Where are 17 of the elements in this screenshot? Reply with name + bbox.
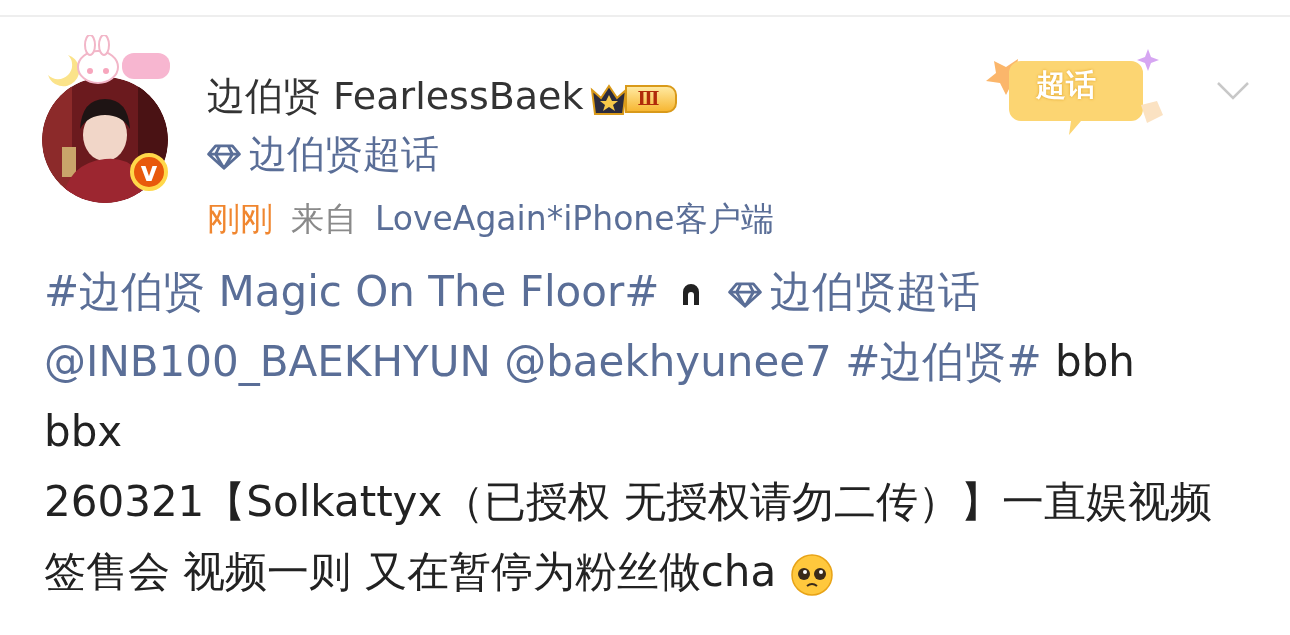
author-name[interactable]: 边伯贤 FearlessBaek — [207, 74, 584, 118]
supertopic-link[interactable]: 边伯贤超话 — [207, 132, 439, 176]
post-text: #边伯贤 Magic On The Floor# 边伯贤超话 @INB100_BAEKHYUN @baekhyunee7 #边伯贤# bbh bbx — [44, 266, 1136, 458]
diamond-icon — [728, 280, 763, 309]
topic-link[interactable]: #边伯贤# — [845, 337, 1042, 386]
arch-icon — [680, 282, 701, 307]
mention-link[interactable]: @baekhyunee7 — [504, 337, 832, 386]
diamond-icon — [207, 142, 241, 171]
mention-link[interactable]: @INB100_BAEKHYUN — [44, 337, 491, 386]
post-text: 260321【Solkattyx（已授权 无授权请勿二传）】一直娱视频签售会 视频一则 又在暂停为粉丝做cha — [44, 476, 1213, 599]
source-link[interactable]: LoveAgain*iPhone客户端 — [375, 197, 774, 242]
supertopic-link[interactable]: 边伯贤超话 — [728, 267, 981, 316]
level-badge: Ⅲ — [625, 84, 678, 113]
post-time: 刚刚 — [207, 198, 273, 240]
source-label: 来自 — [291, 198, 357, 240]
pleading-face-icon — [789, 552, 834, 597]
topic-link[interactable]: #边伯贤 Magic On The Floor# — [44, 267, 660, 316]
